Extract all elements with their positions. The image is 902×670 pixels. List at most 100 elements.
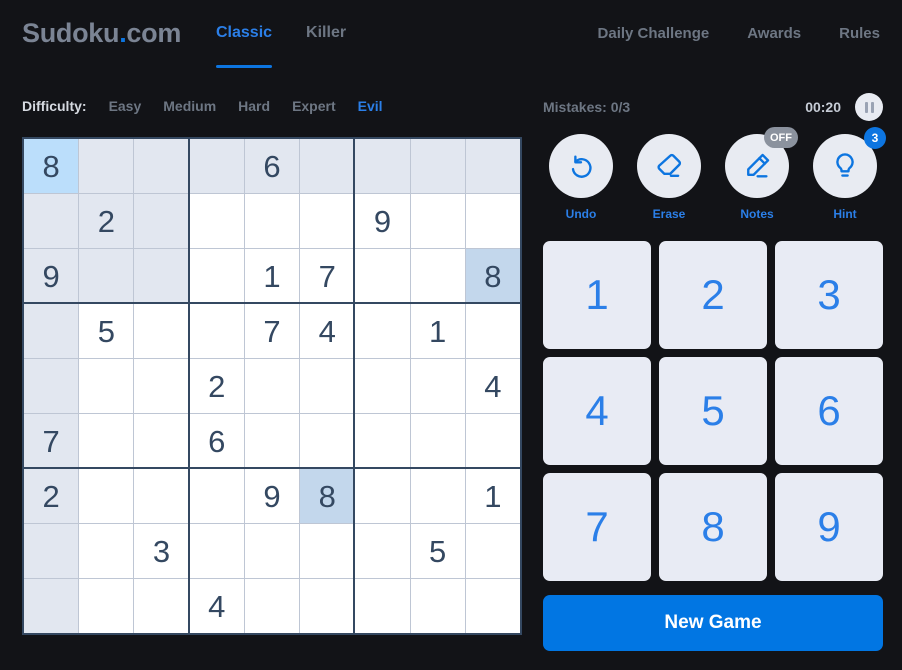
sudoku-cell-r0c5[interactable] [300,139,355,193]
sudoku-grid[interactable]: 86299178574124762981354 [24,139,520,633]
number-pad[interactable]: 1 2 3 4 5 6 7 8 9 [543,241,883,581]
nav-daily-challenge[interactable]: Daily Challenge [598,25,710,42]
sudoku-cell-r3c3[interactable] [189,304,244,358]
difficulty-medium[interactable]: Medium [163,98,216,114]
sudoku-cell-r4c1[interactable] [79,359,134,413]
numpad-key-2[interactable]: 2 [659,241,767,349]
difficulty-evil[interactable]: Evil [358,98,383,114]
sudoku-cell-r4c5[interactable] [300,359,355,413]
sudoku-cell-r8c3[interactable]: 4 [189,579,244,633]
sudoku-cell-r3c1[interactable]: 5 [79,304,134,358]
sudoku-cell-r7c0[interactable] [24,524,79,578]
sudoku-cell-r5c1[interactable] [79,414,134,468]
sudoku-cell-r5c0[interactable]: 7 [24,414,79,468]
difficulty-hard[interactable]: Hard [238,98,270,114]
sudoku-cell-r0c6[interactable] [355,139,410,193]
sudoku-cell-r5c2[interactable] [134,414,189,468]
sudoku-cell-r1c3[interactable] [189,194,244,248]
sudoku-cell-r1c8[interactable] [465,194,520,248]
sudoku-cell-r5c6[interactable] [355,414,410,468]
difficulty-expert[interactable]: Expert [292,98,336,114]
undo-button[interactable]: Undo [543,134,619,221]
sudoku-cell-r7c7[interactable]: 5 [410,524,465,578]
nav-awards[interactable]: Awards [747,25,801,42]
sudoku-cell-r6c6[interactable] [355,469,410,523]
sudoku-cell-r2c3[interactable] [189,249,244,303]
sudoku-cell-r0c0[interactable]: 8 [24,139,79,193]
sudoku-cell-r8c5[interactable] [300,579,355,633]
sudoku-cell-r8c6[interactable] [355,579,410,633]
sudoku-cell-r3c7[interactable]: 1 [410,304,465,358]
sudoku-cell-r3c4[interactable]: 7 [244,304,300,358]
sudoku-cell-r7c2[interactable]: 3 [134,524,189,578]
sudoku-cell-r1c4[interactable] [244,194,300,248]
sudoku-cell-r7c3[interactable] [189,524,244,578]
nav-rules[interactable]: Rules [839,25,880,42]
sudoku-cell-r5c5[interactable] [300,414,355,468]
sudoku-cell-r0c2[interactable] [134,139,189,193]
sudoku-cell-r6c1[interactable] [79,469,134,523]
sudoku-cell-r7c6[interactable] [355,524,410,578]
sudoku-cell-r1c1[interactable]: 2 [79,194,134,248]
sudoku-cell-r4c8[interactable]: 4 [465,359,520,413]
sudoku-cell-r0c1[interactable] [79,139,134,193]
sudoku-cell-r3c2[interactable] [134,304,189,358]
sudoku-cell-r3c8[interactable] [465,304,520,358]
numpad-key-9[interactable]: 9 [775,473,883,581]
sudoku-cell-r1c7[interactable] [410,194,465,248]
sudoku-cell-r0c7[interactable] [410,139,465,193]
hint-button-circle[interactable]: 3 [813,127,886,198]
hint-button[interactable]: 3 Hint [807,127,886,221]
sudoku-cell-r3c0[interactable] [24,304,79,358]
sudoku-cell-r8c2[interactable] [134,579,189,633]
sudoku-cell-r2c4[interactable]: 1 [244,249,300,303]
sudoku-cell-r0c4[interactable]: 6 [244,139,300,193]
sudoku-cell-r4c7[interactable] [410,359,465,413]
sudoku-cell-r4c4[interactable] [244,359,300,413]
erase-button-circle[interactable] [637,134,701,198]
sudoku-cell-r5c4[interactable] [244,414,300,468]
difficulty-easy[interactable]: Easy [109,98,142,114]
sudoku-cell-r8c1[interactable] [79,579,134,633]
numpad-key-3[interactable]: 3 [775,241,883,349]
numpad-key-7[interactable]: 7 [543,473,651,581]
pause-button[interactable] [855,93,883,121]
sudoku-cell-r7c5[interactable] [300,524,355,578]
sudoku-cell-r0c8[interactable] [465,139,520,193]
notes-button[interactable]: OFF Notes [719,127,798,221]
tab-classic[interactable]: Classic [216,24,273,68]
new-game-button[interactable]: New Game [543,595,883,651]
notes-button-circle[interactable]: OFF [725,127,798,198]
sudoku-cell-r2c2[interactable] [134,249,189,303]
sudoku-cell-r6c5[interactable]: 8 [300,469,355,523]
sudoku-cell-r6c8[interactable]: 1 [465,469,520,523]
sudoku-cell-r1c2[interactable] [134,194,189,248]
sudoku-cell-r8c8[interactable] [465,579,520,633]
sudoku-cell-r7c4[interactable] [244,524,300,578]
sudoku-cell-r6c4[interactable]: 9 [244,469,300,523]
sudoku-cell-r2c1[interactable] [79,249,134,303]
sudoku-cell-r1c0[interactable] [24,194,79,248]
sudoku-cell-r6c0[interactable]: 2 [24,469,79,523]
sudoku-cell-r8c4[interactable] [244,579,300,633]
sudoku-board[interactable]: 86299178574124762981354 [22,137,522,635]
sudoku-cell-r4c0[interactable] [24,359,79,413]
sudoku-cell-r6c3[interactable] [189,469,244,523]
numpad-key-4[interactable]: 4 [543,357,651,465]
sudoku-cell-r2c8[interactable]: 8 [465,249,520,303]
sudoku-cell-r2c0[interactable]: 9 [24,249,79,303]
sudoku-cell-r3c6[interactable] [355,304,410,358]
sudoku-cell-r8c7[interactable] [410,579,465,633]
erase-button[interactable]: Erase [631,134,707,221]
sudoku-cell-r7c8[interactable] [465,524,520,578]
sudoku-cell-r5c8[interactable] [465,414,520,468]
sudoku-cell-r0c3[interactable] [189,139,244,193]
numpad-key-5[interactable]: 5 [659,357,767,465]
sudoku-cell-r6c7[interactable] [410,469,465,523]
sudoku-cell-r2c7[interactable] [410,249,465,303]
logo[interactable]: Sudoku.com [22,18,181,49]
sudoku-cell-r6c2[interactable] [134,469,189,523]
sudoku-cell-r2c6[interactable] [355,249,410,303]
sudoku-cell-r5c7[interactable] [410,414,465,468]
undo-button-circle[interactable] [549,134,613,198]
